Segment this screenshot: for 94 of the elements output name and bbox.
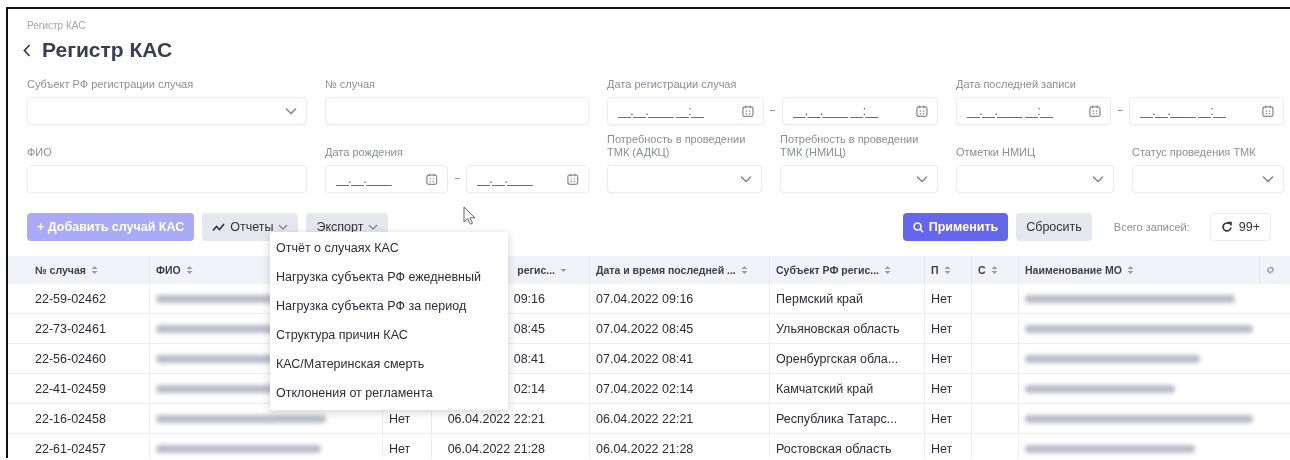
column-header[interactable]: ФИО	[156, 264, 181, 276]
table-cell: Камчатский край	[769, 374, 924, 403]
chevron-down-icon	[916, 175, 928, 183]
calendar-icon[interactable]	[567, 172, 579, 186]
chevron-down-icon	[285, 107, 297, 115]
field-label: Субъект РФ регистрации случая	[27, 78, 195, 91]
field-label: Потребность в проведении ТМК (НМИЦ)	[780, 133, 920, 159]
sort-icon[interactable]	[990, 265, 998, 275]
table-cell: Республика Татарс...	[769, 404, 924, 433]
sort-icon[interactable]	[884, 265, 891, 275]
calendar-icon[interactable]	[916, 104, 928, 118]
table-cell: Нет	[924, 284, 971, 313]
calendar-icon[interactable]	[1262, 104, 1274, 118]
table-cell: 06.04.2022 21:28	[431, 434, 589, 458]
calendar-icon[interactable]	[1089, 104, 1101, 118]
date-field[interactable]: __.__.____ __:__	[781, 97, 938, 125]
date-field[interactable]: __.__.____	[466, 165, 589, 193]
table-cell: Нет	[924, 434, 971, 458]
field-label: Потребность в проведении ТМК (АДКЦ)	[607, 133, 747, 159]
refresh-count-button[interactable]: 99+	[1209, 213, 1271, 241]
mouse-cursor-icon	[463, 206, 476, 225]
chevron-down-icon	[278, 223, 289, 231]
date-input[interactable]: __.__.____ __:__	[1140, 104, 1263, 118]
table-cell: Пермский край	[769, 284, 924, 313]
date-field[interactable]: __.__.____ __:__	[1129, 97, 1284, 125]
date-input[interactable]: __.__.____ __:__	[618, 104, 742, 118]
table-cell-text: 22-16-02458	[34, 410, 107, 428]
chevron-down-icon	[368, 223, 379, 231]
table-cell: Нет	[924, 314, 971, 343]
table-cell-text: 22-56-02460	[34, 350, 107, 368]
date-field[interactable]: __.__.____ __:__	[956, 97, 1111, 125]
field-label: ФИО	[27, 146, 53, 159]
action-button[interactable]: Отчеты	[202, 213, 299, 241]
table-cell-text: 22-73-02461	[34, 320, 107, 338]
column-header[interactable]: С	[978, 264, 986, 276]
field-label: Дата рождения	[325, 146, 404, 159]
table-cell: Оренбургская обла...	[769, 344, 924, 373]
date-input[interactable]: __.__.____	[336, 172, 427, 186]
table-cell: Ульяновская область	[769, 314, 924, 343]
select-field[interactable]	[27, 97, 307, 125]
table-cell: 07.04.2022 02:14	[589, 374, 769, 403]
sort-icon[interactable]	[1126, 265, 1134, 275]
field-label: № случая	[325, 78, 377, 91]
column-header[interactable]: регис...	[517, 264, 555, 276]
search-icon	[912, 221, 924, 233]
table-cell: 07.04.2022 09:16	[589, 284, 769, 313]
select-field[interactable]	[1132, 165, 1284, 193]
select-field[interactable]	[780, 165, 938, 193]
sort-descending-icon[interactable]	[560, 267, 567, 273]
column-header[interactable]: Наименование МО	[1025, 264, 1122, 276]
column-header[interactable]: Дата и время последней ...	[596, 264, 736, 276]
sort-icon[interactable]	[185, 265, 193, 275]
sort-icon[interactable]	[740, 265, 748, 275]
field-label: Дата последней записи	[956, 78, 1077, 91]
back-chevron-icon[interactable]	[23, 43, 31, 57]
date-input[interactable]: __.__.____ __:__	[967, 104, 1090, 118]
table-cell: 07.04.2022 08:45	[589, 314, 769, 343]
table-cell: 06.04.2022 21:28	[589, 434, 769, 458]
line-chart-icon	[212, 222, 226, 232]
chevron-down-icon	[740, 175, 752, 183]
date-field[interactable]: __.__.____	[325, 165, 448, 193]
table-cell: 07.04.2022 08:41	[589, 344, 769, 373]
column-header[interactable]: П	[931, 264, 939, 276]
table-cell: Нет	[382, 434, 431, 458]
select-field[interactable]	[607, 165, 762, 193]
date-field[interactable]: __.__.____ __:__	[607, 97, 764, 125]
column-header[interactable]: № случая	[35, 264, 86, 276]
column-header[interactable]: Субъект РФ регис...	[776, 264, 879, 276]
table-cell: Нет	[924, 374, 971, 403]
field-label: Отметки НМИЦ	[956, 146, 1037, 159]
date-input[interactable]: __.__.____ __:__	[792, 104, 917, 118]
table-cell: Нет	[924, 344, 971, 373]
table-cell-text: 22-59-02462	[34, 290, 107, 308]
field-label: Статус проведения ТМК	[1132, 146, 1257, 159]
calendar-icon[interactable]	[426, 172, 438, 186]
table-cell: 06.04.2022 22:21	[589, 404, 769, 433]
refresh-icon	[1220, 221, 1233, 233]
settings-icon[interactable]	[1266, 263, 1275, 277]
action-button[interactable]: Сбросить	[1016, 213, 1092, 241]
page-title: Регистр КАС	[42, 38, 173, 62]
action-button[interactable]: Применить	[902, 213, 1009, 241]
total-records-label: Всего записей:	[1113, 221, 1190, 233]
table-cell-text: 22-41-02459	[34, 380, 107, 398]
calendar-icon[interactable]	[741, 104, 754, 118]
sort-icon[interactable]	[90, 265, 98, 275]
table-cell: Ростовская область	[769, 434, 924, 458]
sort-icon[interactable]	[943, 265, 951, 275]
chevron-down-icon	[1262, 175, 1274, 183]
date-input[interactable]: __.__.____	[477, 172, 568, 186]
chevron-down-icon	[1092, 175, 1104, 183]
select-field[interactable]	[956, 165, 1114, 193]
table-cell: Нет	[924, 404, 971, 433]
field-label: Дата регистрации случая	[607, 78, 738, 91]
table-cell-text: 22-61-02457	[34, 440, 107, 458]
